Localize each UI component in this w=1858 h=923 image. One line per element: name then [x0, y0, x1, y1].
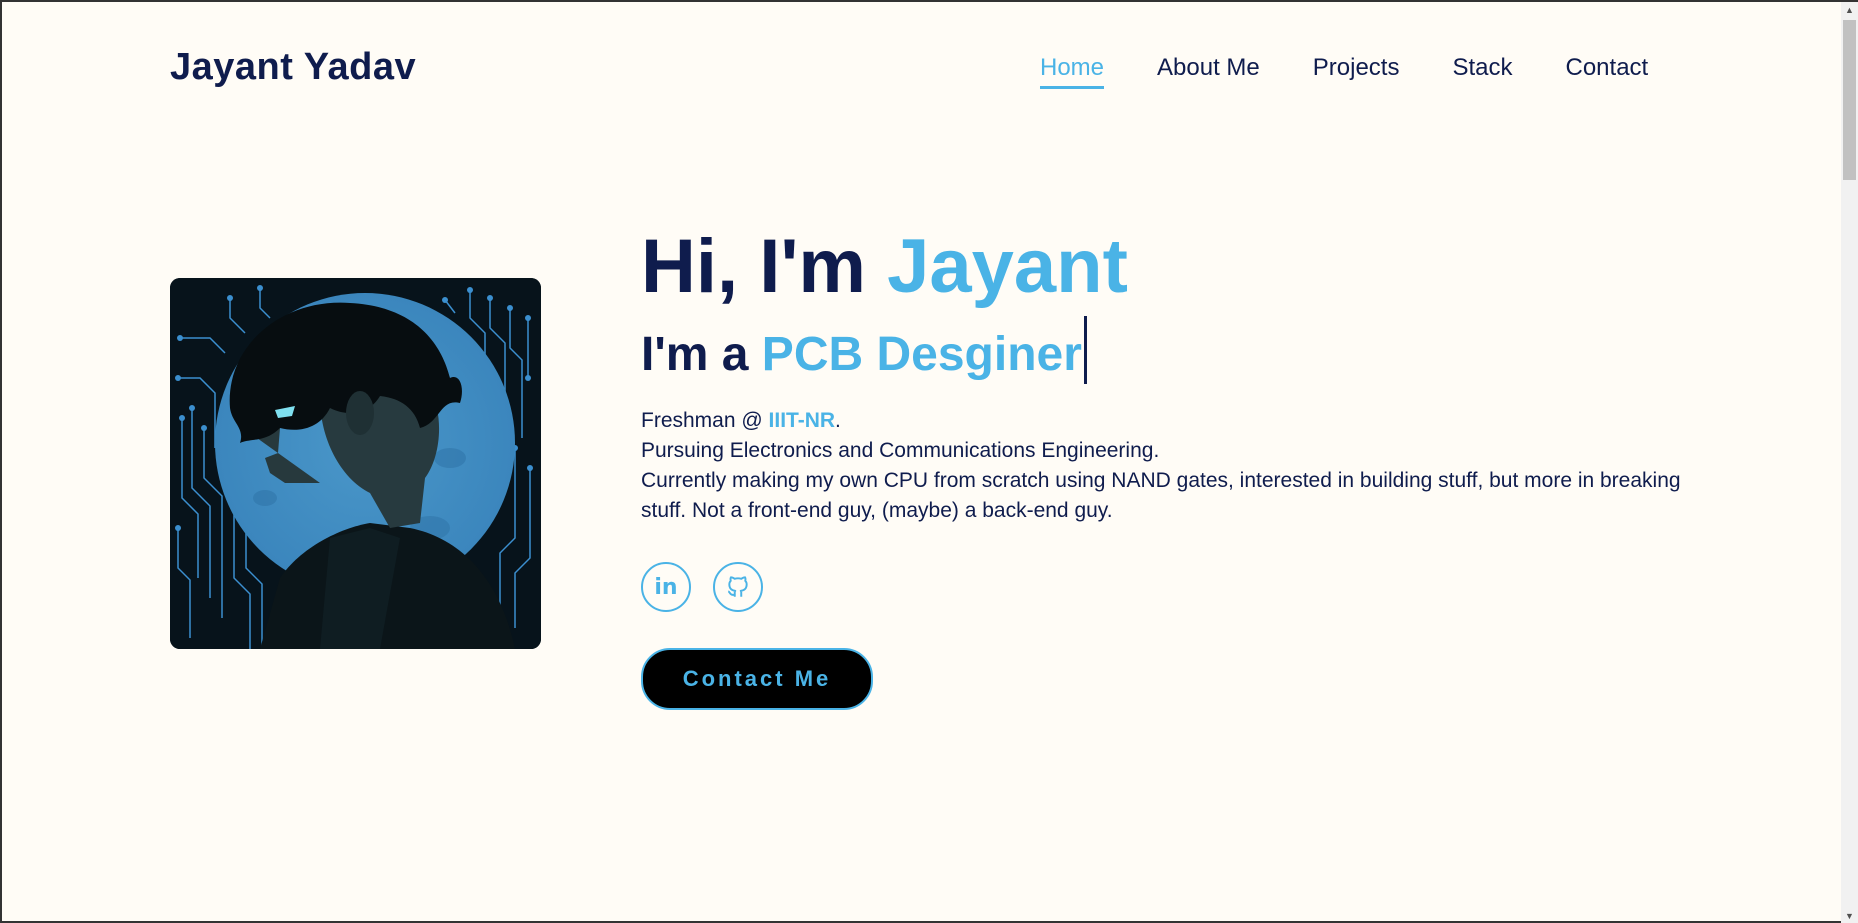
greeting-prefix: Hi, I'm: [641, 224, 888, 309]
desc-line-3: Currently making my own CPU from scratch…: [641, 469, 1681, 522]
hero-section: Hi, I'm Jayant I'm a PCB Desginer Freshm…: [641, 222, 1681, 710]
browser-viewport: Jayant Yadav Home About Me Projects Stac…: [0, 0, 1858, 923]
main-nav: Home About Me Projects Stack Contact: [1040, 54, 1648, 89]
scrollbar-thumb[interactable]: [1843, 20, 1856, 180]
github-icon: [727, 576, 748, 597]
org-link[interactable]: IIIT-NR: [769, 409, 836, 432]
scroll-up-arrow-icon[interactable]: ▲: [1841, 2, 1858, 19]
role-value: PCB Desginer: [761, 328, 1082, 381]
nav-home[interactable]: Home: [1040, 54, 1105, 89]
hero-description: Freshman @ IIIT-NR. Pursuing Electronics…: [641, 406, 1681, 526]
greeting-name: Jayant: [887, 224, 1128, 309]
nav-contact[interactable]: Contact: [1566, 54, 1649, 89]
social-links: in: [641, 562, 1681, 612]
desc-line-1: Freshman @ IIIT-NR.: [641, 406, 1681, 436]
avatar-illustration: [170, 278, 541, 649]
desc-line-2: Pursuing Electronics and Communications …: [641, 439, 1160, 462]
scroll-down-arrow-icon[interactable]: ▼: [1841, 908, 1858, 923]
nav-about-me[interactable]: About Me: [1157, 54, 1260, 89]
typing-cursor: [1083, 316, 1087, 384]
role-prefix: I'm a: [641, 328, 762, 381]
hero-greeting: Hi, I'm Jayant: [641, 222, 1681, 312]
github-button[interactable]: [713, 562, 763, 612]
desc-line-1-prefix: Freshman @: [641, 409, 769, 432]
desc-line-1-suffix: .: [835, 409, 841, 432]
site-logo[interactable]: Jayant Yadav: [170, 46, 416, 89]
linkedin-button[interactable]: in: [641, 562, 691, 612]
nav-stack[interactable]: Stack: [1452, 54, 1512, 89]
nav-projects[interactable]: Projects: [1313, 54, 1400, 89]
hero-role: I'm a PCB Desginer: [641, 316, 1681, 386]
contact-me-button[interactable]: Contact Me: [641, 648, 873, 710]
page-scrollbar[interactable]: ▲ ▼: [1841, 2, 1858, 923]
profile-avatar: [170, 278, 541, 649]
linkedin-icon: in: [654, 574, 678, 600]
